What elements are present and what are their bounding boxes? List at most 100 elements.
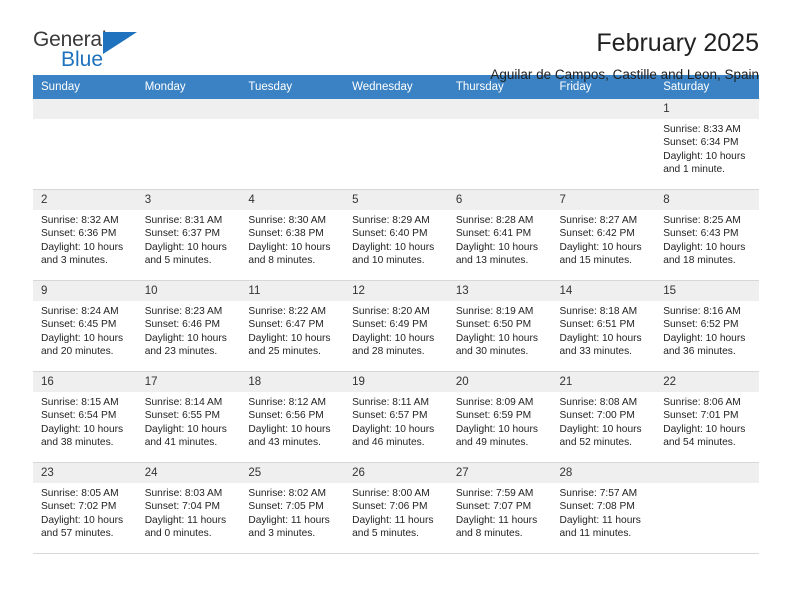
sunrise-line: Sunrise: 8:18 AM bbox=[559, 306, 638, 317]
calendar-day-cell[interactable]: 24 Sunrise: 8:03 AM Sunset: 7:04 PM Dayligh… bbox=[136, 462, 241, 554]
daylight-line: Daylight: 10 hours bbox=[41, 241, 124, 253]
page-title: February 2025 bbox=[596, 29, 759, 57]
day-details: Sunrise: 8:19 AM Sunset: 6:50 PM Daylight:… bbox=[448, 301, 552, 358]
sunrise-line: Sunrise: 8:28 AM bbox=[455, 215, 534, 226]
day-cell-inner bbox=[551, 99, 656, 189]
calendar-day-cell[interactable]: 3 Sunrise: 8:31 AM Sunset: 6:37 PM Daylight… bbox=[136, 189, 241, 281]
day-cell-inner: 12 Sunrise: 8:20 AM Sunset: 6:49 PM Dayligh… bbox=[344, 281, 448, 371]
day-number: 14 bbox=[551, 281, 656, 301]
day-details: Sunrise: 8:28 AM Sunset: 6:41 PM Daylight:… bbox=[448, 210, 552, 267]
daylight-line-2: and 23 minutes. bbox=[144, 345, 218, 357]
day-details: Sunrise: 8:20 AM Sunset: 6:49 PM Daylight:… bbox=[344, 301, 448, 358]
sunset-line: Sunset: 6:57 PM bbox=[352, 410, 428, 422]
calendar-day-cell[interactable]: 14 Sunrise: 8:18 AM Sunset: 6:51 PM Dayligh… bbox=[551, 280, 656, 372]
day-cell-inner: 17 Sunrise: 8:14 AM Sunset: 6:55 PM Dayligh… bbox=[136, 372, 241, 462]
daylight-line: Daylight: 10 hours bbox=[663, 423, 746, 435]
day-details: Sunrise: 8:31 AM Sunset: 6:37 PM Daylight:… bbox=[137, 210, 241, 267]
daylight-line-2: and 5 minutes. bbox=[144, 254, 212, 266]
daylight-line-2: and 0 minutes. bbox=[144, 527, 212, 539]
day-number: 17 bbox=[136, 372, 241, 392]
calendar-day-cell[interactable]: 9 Sunrise: 8:24 AM Sunset: 6:45 PM Daylight… bbox=[33, 280, 137, 372]
calendar-day-cell[interactable]: 7 Sunrise: 8:27 AM Sunset: 6:42 PM Daylight… bbox=[551, 189, 656, 281]
day-cell-inner: 27 Sunrise: 7:59 AM Sunset: 7:07 PM Dayligh… bbox=[447, 463, 552, 553]
calendar-day-cell[interactable]: 2 Sunrise: 8:32 AM Sunset: 6:36 PM Daylight… bbox=[33, 189, 137, 281]
calendar-day-cell[interactable]: 8 Sunrise: 8:25 AM Sunset: 6:43 PM Daylight… bbox=[655, 189, 759, 281]
calendar-day-cell[interactable]: 15 Sunrise: 8:16 AM Sunset: 6:52 PM Dayligh… bbox=[655, 280, 759, 372]
daylight-line-2: and 46 minutes. bbox=[352, 436, 425, 448]
calendar-day-cell[interactable]: 25 Sunrise: 8:02 AM Sunset: 7:05 PM Dayligh… bbox=[240, 462, 345, 554]
sunrise-line: Sunrise: 8:31 AM bbox=[144, 215, 223, 226]
daylight-line: Daylight: 10 hours bbox=[41, 514, 124, 526]
calendar-day-cell[interactable]: 22 Sunrise: 8:06 AM Sunset: 7:01 PM Dayligh… bbox=[655, 371, 759, 463]
calendar-day-cell[interactable]: 4 Sunrise: 8:30 AM Sunset: 6:38 PM Daylight… bbox=[240, 189, 345, 281]
calendar-day-cell[interactable]: 28 Sunrise: 7:57 AM Sunset: 7:08 PM Dayligh… bbox=[551, 462, 656, 554]
daylight-line-2: and 33 minutes. bbox=[559, 345, 633, 357]
day-cell-inner bbox=[240, 99, 345, 189]
day-details: Sunrise: 8:15 AM Sunset: 6:54 PM Daylight:… bbox=[33, 392, 137, 449]
day-details: Sunrise: 8:00 AM Sunset: 7:06 PM Daylight:… bbox=[344, 483, 448, 540]
calendar-day-cell bbox=[655, 462, 759, 554]
sunrise-line: Sunrise: 8:16 AM bbox=[663, 306, 741, 317]
sunset-line: Sunset: 6:59 PM bbox=[455, 410, 532, 422]
sunset-line: Sunset: 6:51 PM bbox=[559, 319, 635, 331]
sunrise-line: Sunrise: 8:11 AM bbox=[352, 397, 429, 408]
daylight-line: Daylight: 11 hours bbox=[144, 514, 227, 526]
daylight-line: Daylight: 10 hours bbox=[663, 150, 746, 162]
daylight-line: Daylight: 11 hours bbox=[248, 514, 330, 526]
general-blue-logo[interactable]: General Blue bbox=[33, 28, 153, 74]
calendar-day-cell[interactable]: 13 Sunrise: 8:19 AM Sunset: 6:50 PM Dayligh… bbox=[447, 280, 552, 372]
daylight-line-2: and 10 minutes. bbox=[352, 254, 425, 266]
sunset-line: Sunset: 6:56 PM bbox=[248, 410, 324, 422]
day-number: 22 bbox=[655, 372, 759, 392]
day-cell-inner: 15 Sunrise: 8:16 AM Sunset: 6:52 PM Dayligh… bbox=[655, 281, 759, 371]
day-cell-inner: 2 Sunrise: 8:32 AM Sunset: 6:36 PM Daylight… bbox=[33, 190, 137, 280]
daylight-line: Daylight: 10 hours bbox=[559, 241, 642, 253]
calendar-day-cell[interactable]: 1 Sunrise: 8:33 AM Sunset: 6:34 PM Daylight… bbox=[655, 99, 759, 190]
calendar-week-row: 1 Sunrise: 8:33 AM Sunset: 6:34 PM Daylight… bbox=[33, 99, 759, 190]
sunrise-line: Sunrise: 8:27 AM bbox=[559, 215, 638, 226]
calendar-day-cell[interactable]: 12 Sunrise: 8:20 AM Sunset: 6:49 PM Dayligh… bbox=[344, 280, 448, 372]
calendar-day-cell[interactable]: 11 Sunrise: 8:22 AM Sunset: 6:47 PM Dayligh… bbox=[240, 280, 345, 372]
day-number: 26 bbox=[344, 463, 448, 483]
calendar-week-row: 23 Sunrise: 8:05 AM Sunset: 7:02 PM Dayligh… bbox=[33, 462, 759, 554]
day-number: 25 bbox=[240, 463, 345, 483]
day-cell-inner bbox=[655, 463, 759, 553]
calendar-day-cell[interactable]: 20 Sunrise: 8:09 AM Sunset: 6:59 PM Dayligh… bbox=[447, 371, 552, 463]
day-number: 8 bbox=[655, 190, 759, 210]
day-cell-inner: 23 Sunrise: 8:05 AM Sunset: 7:02 PM Dayligh… bbox=[33, 463, 137, 553]
sunrise-line: Sunrise: 8:00 AM bbox=[352, 488, 430, 499]
calendar-day-cell[interactable]: 17 Sunrise: 8:14 AM Sunset: 6:55 PM Dayligh… bbox=[136, 371, 241, 463]
sunset-line: Sunset: 6:42 PM bbox=[559, 228, 635, 240]
calendar-day-cell[interactable]: 21 Sunrise: 8:08 AM Sunset: 7:00 PM Dayligh… bbox=[551, 371, 656, 463]
day-cell-inner: 11 Sunrise: 8:22 AM Sunset: 6:47 PM Dayligh… bbox=[240, 281, 345, 371]
day-cell-inner: 10 Sunrise: 8:23 AM Sunset: 6:46 PM Dayligh… bbox=[136, 281, 241, 371]
sunrise-line: Sunrise: 8:02 AM bbox=[248, 488, 326, 499]
day-cell-inner: 16 Sunrise: 8:15 AM Sunset: 6:54 PM Dayligh… bbox=[33, 372, 137, 462]
day-details: Sunrise: 8:06 AM Sunset: 7:01 PM Daylight:… bbox=[655, 392, 759, 449]
day-details: Sunrise: 8:16 AM Sunset: 6:52 PM Daylight:… bbox=[655, 301, 759, 358]
sunrise-line: Sunrise: 8:03 AM bbox=[144, 488, 223, 499]
sunset-line: Sunset: 6:47 PM bbox=[248, 319, 324, 331]
calendar-day-cell[interactable]: 5 Sunrise: 8:29 AM Sunset: 6:40 PM Daylight… bbox=[344, 189, 448, 281]
calendar-day-cell[interactable]: 26 Sunrise: 8:00 AM Sunset: 7:06 PM Dayligh… bbox=[344, 462, 448, 554]
day-details: Sunrise: 8:33 AM Sunset: 6:34 PM Daylight:… bbox=[655, 119, 759, 176]
calendar-day-cell[interactable]: 6 Sunrise: 8:28 AM Sunset: 6:41 PM Daylight… bbox=[447, 189, 552, 281]
day-cell-inner bbox=[136, 99, 241, 189]
sunset-line: Sunset: 7:07 PM bbox=[455, 501, 532, 513]
daylight-line: Daylight: 10 hours bbox=[559, 332, 642, 344]
sunrise-line: Sunrise: 8:12 AM bbox=[248, 397, 326, 408]
calendar-day-cell[interactable]: 23 Sunrise: 8:05 AM Sunset: 7:02 PM Dayligh… bbox=[33, 462, 137, 554]
calendar-day-cell[interactable]: 10 Sunrise: 8:23 AM Sunset: 6:46 PM Dayligh… bbox=[136, 280, 241, 372]
calendar-day-cell[interactable]: 27 Sunrise: 7:59 AM Sunset: 7:07 PM Dayligh… bbox=[447, 462, 552, 554]
daylight-line: Daylight: 11 hours bbox=[352, 514, 434, 526]
sunset-line: Sunset: 6:36 PM bbox=[41, 228, 117, 240]
calendar-day-cell[interactable]: 19 Sunrise: 8:11 AM Sunset: 6:57 PM Dayligh… bbox=[344, 371, 448, 463]
day-cell-inner: 6 Sunrise: 8:28 AM Sunset: 6:41 PM Daylight… bbox=[447, 190, 552, 280]
day-cell-inner: 20 Sunrise: 8:09 AM Sunset: 6:59 PM Dayligh… bbox=[447, 372, 552, 462]
sunrise-line: Sunrise: 8:05 AM bbox=[41, 488, 119, 499]
calendar-day-cell[interactable]: 16 Sunrise: 8:15 AM Sunset: 6:54 PM Dayligh… bbox=[33, 371, 137, 463]
daylight-line-2: and 49 minutes. bbox=[455, 436, 529, 448]
day-details: Sunrise: 8:30 AM Sunset: 6:38 PM Daylight:… bbox=[240, 210, 344, 267]
calendar-day-cell[interactable]: 18 Sunrise: 8:12 AM Sunset: 6:56 PM Dayligh… bbox=[240, 371, 345, 463]
sunset-line: Sunset: 7:00 PM bbox=[559, 410, 635, 422]
